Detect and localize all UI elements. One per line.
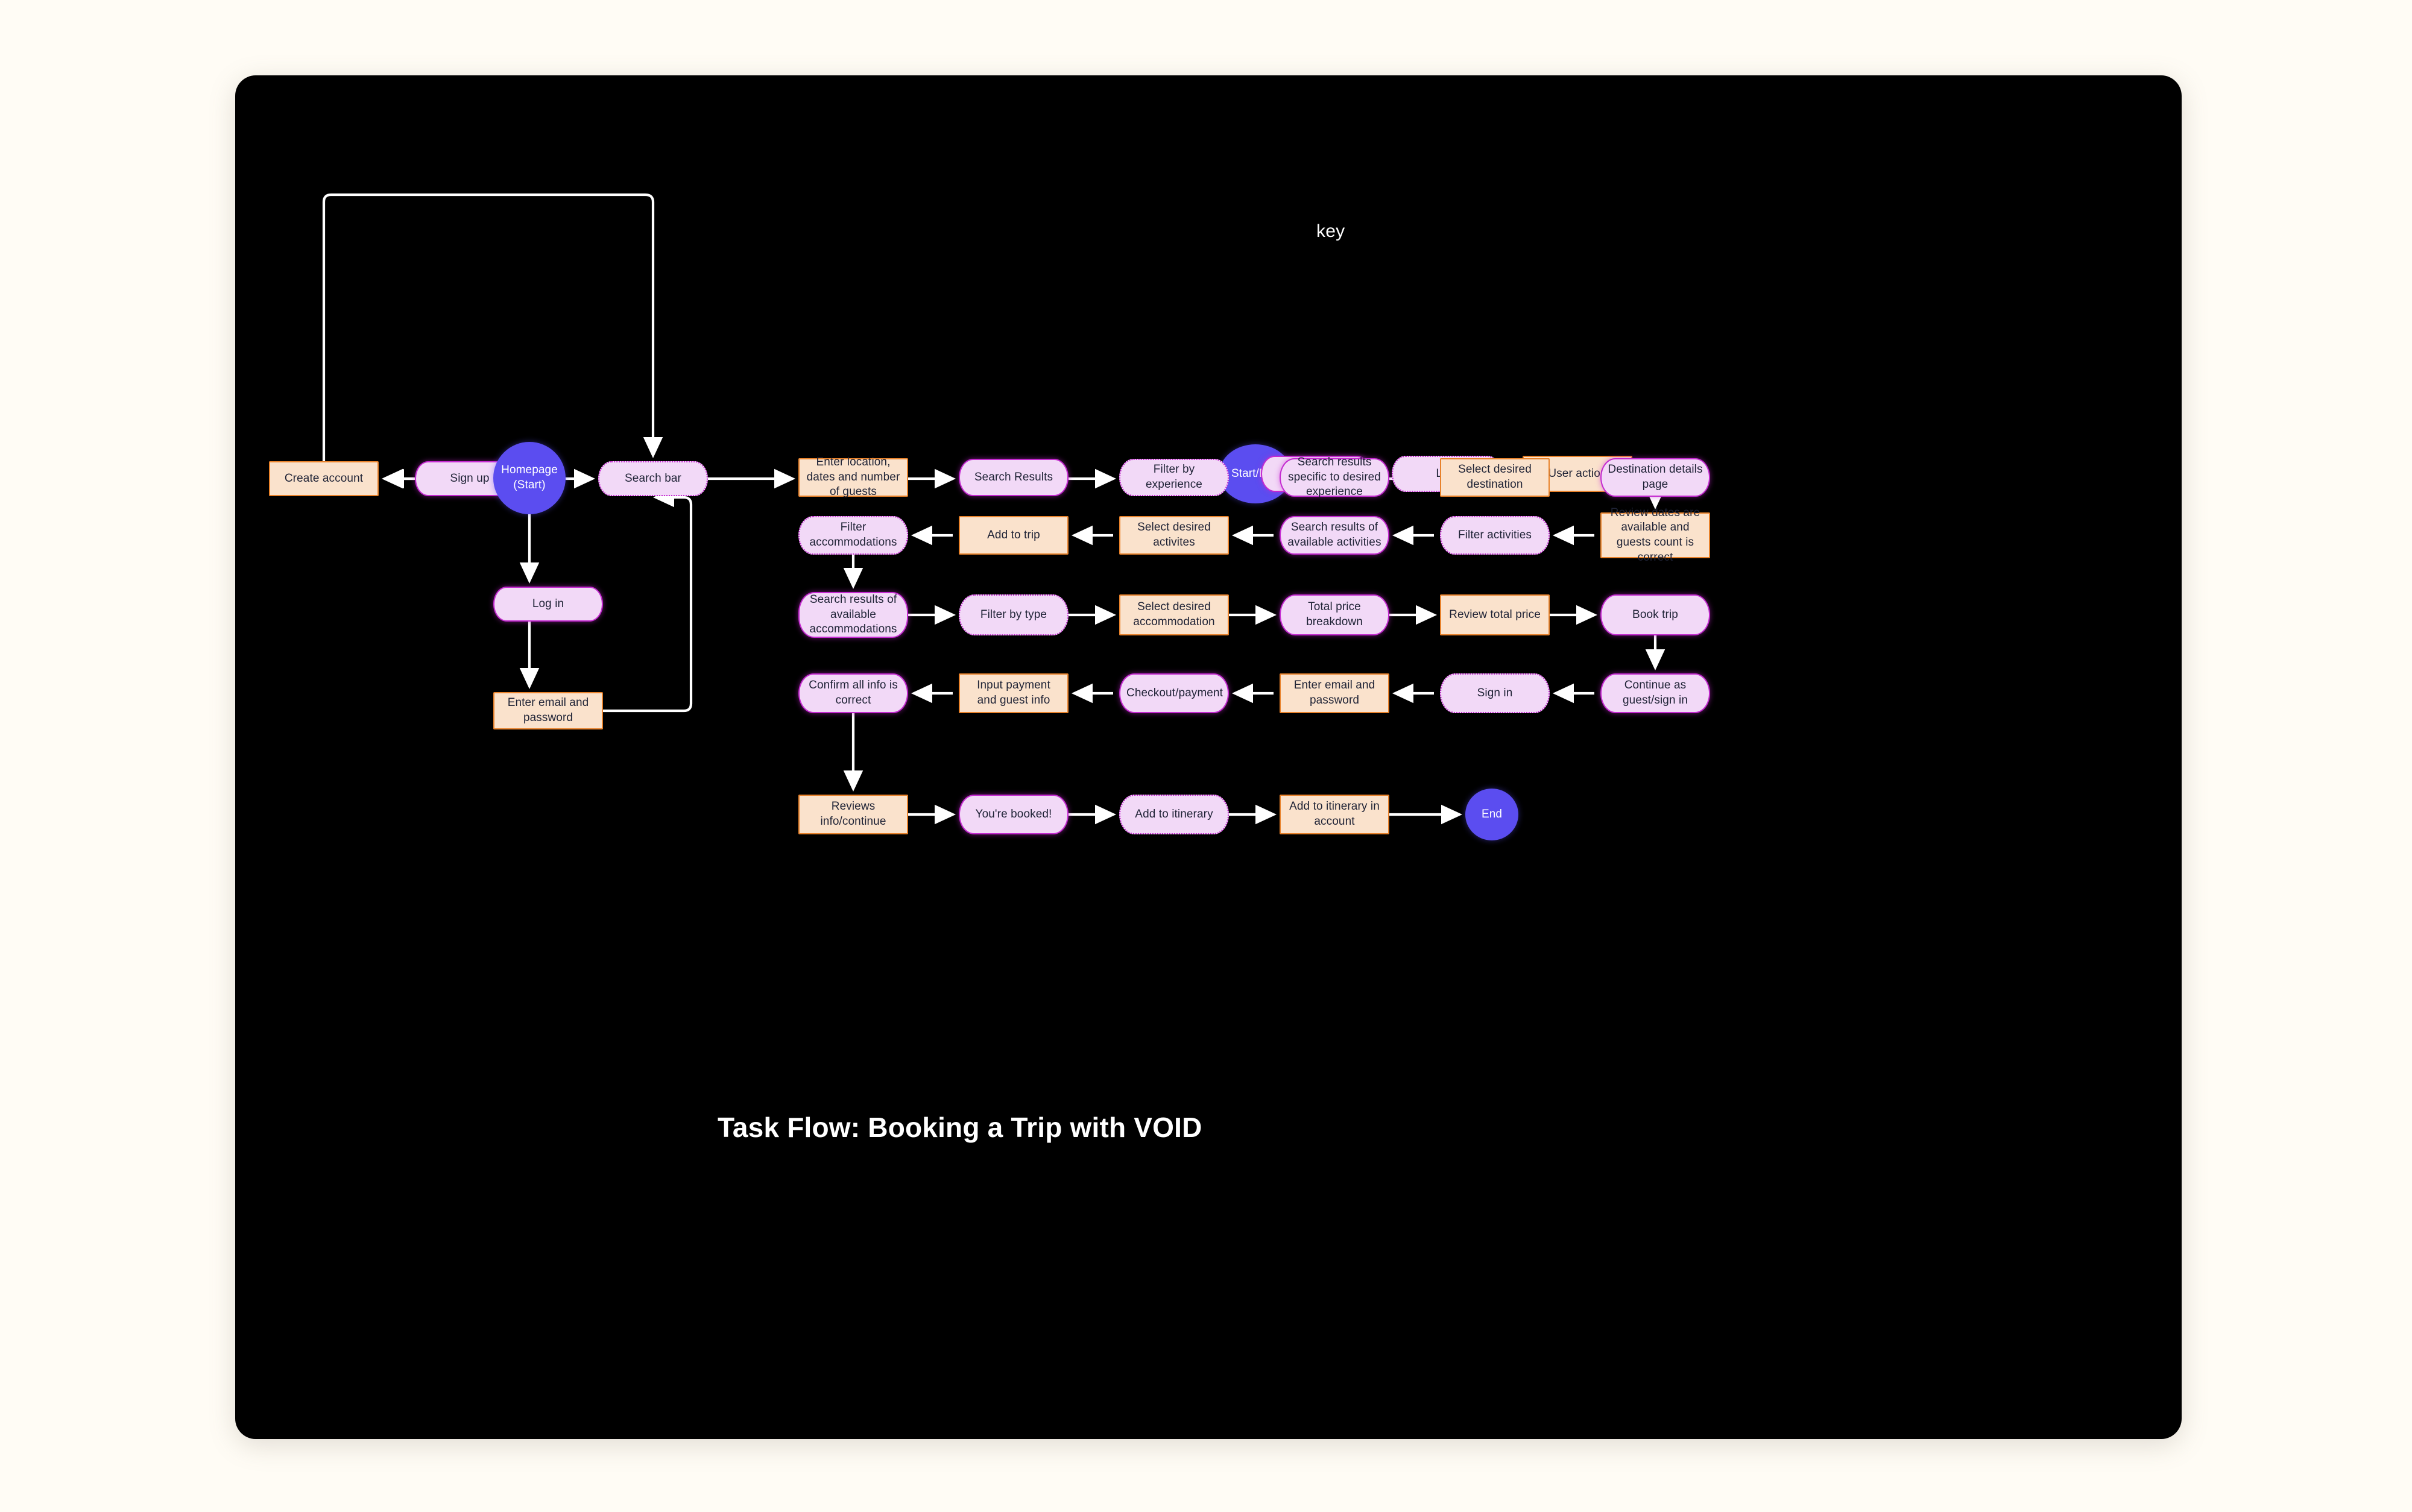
flow-node-label: Search results specific to desired exper…	[1288, 455, 1381, 499]
flow-node-input-payment-and-guest-info[interactable]: Input payment and guest info	[959, 673, 1069, 713]
flow-node-label: Enter email and password	[1293, 679, 1375, 707]
flow-node-select-desired-destination[interactable]: Select desired destination	[1440, 458, 1550, 497]
flow-node-label: End	[1481, 807, 1503, 821]
flow-node-checkout-payment[interactable]: Checkout/payment	[1119, 673, 1229, 713]
flow-node-add-to-itinerary-in-account[interactable]: Add to itinerary in account	[1280, 795, 1389, 834]
flow-node-select-desired-accommodation[interactable]: Select desired accommodation	[1119, 594, 1229, 635]
flow-node-label: Checkout/payment	[1126, 686, 1223, 699]
flow-node-total-price-breakdown[interactable]: Total price breakdown	[1280, 594, 1389, 635]
flow-node-label: Filter by type	[980, 608, 1047, 621]
flow-node-label: You're booked!	[975, 807, 1052, 821]
flow-node-label: Create account	[284, 471, 364, 485]
flow-node-label: Review total price	[1449, 608, 1541, 621]
flow-node-enter-location-dates-and-number-of-guests[interactable]: Enter location, dates and number of gues…	[798, 455, 908, 499]
flow-node-label: Search results of available activities	[1287, 521, 1381, 549]
flow-node-search-results[interactable]: Search Results	[959, 459, 1069, 496]
flow-node-enter-email-and-password[interactable]: Enter email and password	[493, 692, 603, 729]
flow-node-label: Book trip	[1632, 608, 1678, 621]
flow-node-label: Select desired activites	[1137, 521, 1211, 549]
flow-node-search-results-of-available-activities[interactable]: Search results of available activities	[1280, 516, 1389, 555]
flow-node-end[interactable]: End	[1465, 789, 1518, 840]
flow-node-search-results-specific-to-desired-experience[interactable]: Search results specific to desired exper…	[1280, 455, 1389, 499]
flow-node-add-to-trip[interactable]: Add to trip	[959, 516, 1069, 555]
diagram-caption: Task Flow: Booking a Trip with VOID	[718, 1112, 1202, 1143]
flow-node-sign-in[interactable]: Sign in	[1440, 673, 1550, 713]
flow-node-select-desired-activites[interactable]: Select desired activites	[1119, 516, 1229, 555]
flow-node-filter-by-type[interactable]: Filter by type	[959, 594, 1069, 635]
flow-node-search-bar[interactable]: Search bar	[598, 461, 708, 496]
flow-node-label: Reviews info/continue	[820, 800, 886, 828]
flow-node-label: Log in	[532, 597, 564, 610]
flow-node-label: Add to itinerary in account	[1289, 800, 1380, 828]
flow-node-search-results-of-available-accommodations[interactable]: Search results of available accommodatio…	[798, 592, 908, 638]
flow-node-label: Input payment and guest info	[977, 679, 1050, 707]
flow-node-enter-email-and-password[interactable]: Enter email and password	[1280, 673, 1389, 713]
flow-node-label: Destination details page	[1608, 463, 1703, 491]
flow-node-book-trip[interactable]: Book trip	[1600, 594, 1710, 635]
flow-node-label: Select desired accommodation	[1133, 600, 1215, 628]
flow-node-label: Search bar	[625, 471, 681, 485]
flow-node-label: Total price breakdown	[1306, 600, 1363, 628]
connector-layer	[322, 193, 1665, 825]
flow-node-label: Review dates are available and guests co…	[1610, 506, 1700, 564]
flow-node-label: Filter by experience	[1146, 463, 1202, 491]
flow-node-continue-as-guest-sign-in[interactable]: Continue as guest/sign in	[1600, 673, 1710, 713]
flow-node-label: Search Results	[974, 470, 1053, 484]
flow-node-add-to-itinerary[interactable]: Add to itinerary	[1119, 795, 1229, 834]
flow-node-label: Select desired destination	[1458, 463, 1532, 491]
flow-node-label: Continue as guest/sign in	[1623, 679, 1688, 707]
flow-node-label: Sign in	[1477, 686, 1513, 699]
flow-node-label: Enter location, dates and number of gues…	[806, 455, 900, 499]
flow-node-review-dates-are-available-and-guests-count-is-correct[interactable]: Review dates are available and guests co…	[1600, 506, 1710, 564]
flow-node-filter-activities[interactable]: Filter activities	[1440, 516, 1550, 555]
flow-node-log-in[interactable]: Log in	[493, 587, 603, 622]
key-title: key	[1316, 221, 1345, 241]
flow-node-label: Search results of available accommodatio…	[809, 593, 897, 636]
flow-node-filter-by-experience[interactable]: Filter by experience	[1119, 459, 1229, 496]
flow-node-label: Filter activities	[1457, 528, 1532, 541]
flow-node-reviews-info-continue[interactable]: Reviews info/continue	[798, 795, 908, 834]
flow-node-filter-accommodations[interactable]: Filter accommodations	[798, 516, 908, 555]
flow-node-destination-details-page[interactable]: Destination details page	[1600, 458, 1710, 497]
flow-node-review-total-price[interactable]: Review total price	[1440, 594, 1550, 635]
flow-node-label: Confirm all info is correct	[809, 679, 898, 707]
flow-node-label: Homepage (Start)	[501, 464, 558, 491]
flow-node-label: Enter email and password	[507, 696, 589, 724]
flow-node-label: Filter accommodations	[809, 521, 897, 549]
flow-node-you-re-booked[interactable]: You're booked!	[959, 795, 1069, 834]
flow-canvas: key Start/End Page Link User action Crea…	[235, 75, 2182, 1439]
flow-node-create-account[interactable]: Create account	[269, 461, 379, 496]
diagram-root: key Start/End Page Link User action Crea…	[0, 0, 2412, 1512]
flow-node-homepage-start[interactable]: Homepage (Start)	[493, 442, 566, 514]
flow-node-label: Add to trip	[987, 528, 1040, 541]
flow-node-label: Add to itinerary	[1135, 807, 1213, 821]
flow-node-confirm-all-info-is-correct[interactable]: Confirm all info is correct	[798, 673, 908, 713]
